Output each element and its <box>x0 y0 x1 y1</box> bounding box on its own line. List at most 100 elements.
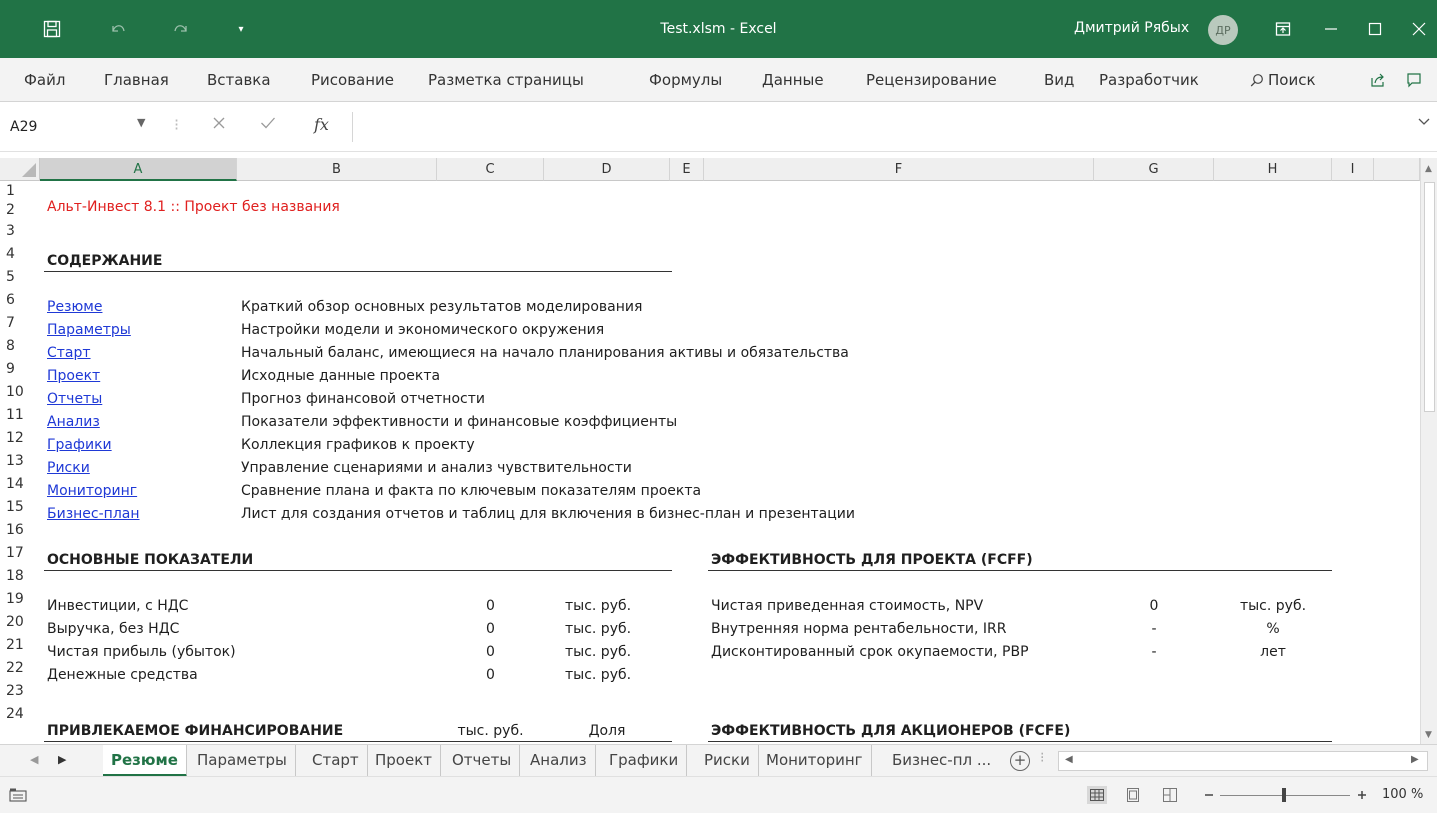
link-start[interactable]: Старт <box>47 344 91 363</box>
cancel-formula-icon[interactable] <box>212 115 226 134</box>
maximize-icon[interactable] <box>1360 14 1390 44</box>
row-header[interactable]: 14 <box>0 475 40 494</box>
insert-function-icon[interactable]: fx <box>314 115 329 134</box>
scroll-right-icon[interactable]: ▶ <box>1411 754 1419 765</box>
indicator-unit[interactable]: тыс. руб. <box>565 666 631 685</box>
financing-col-share[interactable]: Доля <box>544 722 670 741</box>
fcff-header[interactable]: ЭФФЕКТИВНОСТЬ ДЛЯ ПРОЕКТА (FCFF) <box>711 551 1033 570</box>
link-reports[interactable]: Отчеты <box>47 390 102 409</box>
tell-me-search[interactable]: Поиск <box>1250 71 1316 91</box>
select-all-corner[interactable] <box>0 158 40 181</box>
financing-col-amount[interactable]: тыс. руб. <box>437 722 544 741</box>
fcfe-header[interactable]: ЭФФЕКТИВНОСТЬ ДЛЯ АКЦИОНЕРОВ (FCFE) <box>711 722 1070 741</box>
column-header-a[interactable]: A <box>40 158 237 181</box>
sheet-tab-start[interactable]: Старт <box>304 745 368 777</box>
contents-desc[interactable]: Управление сценариями и анализ чувствите… <box>241 459 632 478</box>
row-header[interactable]: 12 <box>0 429 40 448</box>
sheet-tab-analysis[interactable]: Анализ <box>522 745 596 777</box>
tab-data[interactable]: Данные <box>762 71 824 89</box>
user-name[interactable]: Дмитрий Рябых <box>1074 20 1189 36</box>
link-analysis[interactable]: Анализ <box>47 413 100 432</box>
contents-desc[interactable]: Прогноз финансовой отчетности <box>241 390 485 409</box>
vertical-scroll-thumb[interactable] <box>1424 182 1435 412</box>
row-header[interactable]: 7 <box>0 314 40 333</box>
page-break-view-icon[interactable] <box>1160 786 1180 804</box>
contents-header[interactable]: СОДЕРЖАНИЕ <box>47 252 162 271</box>
column-header-b[interactable]: B <box>237 158 437 181</box>
contents-desc[interactable]: Сравнение плана и факта по ключевым пока… <box>241 482 701 501</box>
expand-formula-bar-icon[interactable] <box>1418 116 1430 130</box>
indicator-value[interactable]: 0 <box>437 597 544 616</box>
link-parameters[interactable]: Параметры <box>47 321 131 340</box>
indicator-value[interactable]: 0 <box>437 620 544 639</box>
fcff-label[interactable]: Внутренняя норма рентабельности, IRR <box>711 620 1006 639</box>
link-charts[interactable]: Графики <box>47 436 112 455</box>
worksheet-grid[interactable]: A B C D E F G H I 1 2 3 4 5 6 7 8 9 10 1… <box>0 158 1437 744</box>
fcff-unit[interactable]: % <box>1214 620 1332 639</box>
column-header-i[interactable]: I <box>1332 158 1374 181</box>
fcff-value[interactable]: - <box>1094 643 1214 662</box>
vertical-scrollbar[interactable]: ▲ ▼ <box>1420 158 1437 744</box>
undo-icon[interactable] <box>103 14 133 44</box>
row-header[interactable]: 20 <box>0 613 40 632</box>
name-box-dropdown-icon[interactable]: ▼ <box>137 116 145 129</box>
row-header[interactable]: 13 <box>0 452 40 471</box>
row-header[interactable]: 11 <box>0 406 40 425</box>
scroll-down-icon[interactable]: ▼ <box>1425 730 1432 740</box>
tab-formulas[interactable]: Формулы <box>649 71 722 89</box>
row-header[interactable]: 21 <box>0 636 40 655</box>
financing-header[interactable]: ПРИВЛЕКАЕМОЕ ФИНАНСИРОВАНИЕ <box>47 722 343 741</box>
row-header[interactable]: 16 <box>0 521 40 540</box>
row-header[interactable]: 17 <box>0 544 40 563</box>
indicator-value[interactable]: 0 <box>437 666 544 685</box>
column-header-h[interactable]: H <box>1214 158 1332 181</box>
row-header[interactable]: 15 <box>0 498 40 517</box>
zoom-slider-thumb[interactable] <box>1282 788 1286 802</box>
ribbon-display-options-icon[interactable] <box>1268 14 1298 44</box>
link-project[interactable]: Проект <box>47 367 100 386</box>
normal-view-icon[interactable] <box>1087 786 1107 804</box>
tab-file[interactable]: Файл <box>24 71 65 89</box>
fcff-value[interactable]: - <box>1094 620 1214 639</box>
row-header[interactable]: 23 <box>0 682 40 701</box>
close-icon[interactable] <box>1404 14 1434 44</box>
indicator-label[interactable]: Денежные средства <box>47 666 198 685</box>
row-header[interactable]: 10 <box>0 383 40 402</box>
enter-formula-icon[interactable] <box>260 115 276 134</box>
tab-developer[interactable]: Разработчик <box>1099 71 1199 89</box>
indicator-value[interactable]: 0 <box>437 643 544 662</box>
quick-access-dropdown-icon[interactable]: ▾ <box>226 14 256 44</box>
sheet-tab-monitoring[interactable]: Мониторинг <box>758 745 872 777</box>
tab-page-layout[interactable]: Разметка страницы <box>428 71 584 89</box>
column-header-f[interactable]: F <box>704 158 1094 181</box>
column-header-d[interactable]: D <box>544 158 670 181</box>
scroll-up-icon[interactable]: ▲ <box>1425 164 1432 174</box>
row-header[interactable]: 6 <box>0 291 40 310</box>
tab-splitter-icon[interactable]: ⁝ <box>1040 750 1044 766</box>
row-header[interactable]: 4 <box>0 245 40 264</box>
row-header[interactable]: 1 <box>0 182 40 201</box>
tab-home[interactable]: Главная <box>104 71 169 89</box>
contents-desc[interactable]: Показатели эффективности и финансовые ко… <box>241 413 677 432</box>
macro-recording-icon[interactable] <box>8 786 28 804</box>
next-sheet-icon[interactable]: ▶ <box>58 753 66 766</box>
contents-desc[interactable]: Коллекция графиков к проекту <box>241 436 475 455</box>
fcff-label[interactable]: Чистая приведенная стоимость, NPV <box>711 597 983 616</box>
contents-desc[interactable]: Лист для создания отчетов и таблиц для в… <box>241 505 855 524</box>
scroll-left-icon[interactable]: ◀ <box>1065 754 1073 765</box>
row-header[interactable]: 18 <box>0 567 40 586</box>
contents-desc[interactable]: Настройки модели и экономического окруже… <box>241 321 604 340</box>
link-monitoring[interactable]: Мониторинг <box>47 482 137 501</box>
indicator-unit[interactable]: тыс. руб. <box>565 597 631 616</box>
workbook-title[interactable]: Альт-Инвест 8.1 :: Проект без названия <box>47 198 340 217</box>
column-header-c[interactable]: C <box>437 158 544 181</box>
row-header[interactable]: 2 <box>0 201 40 220</box>
page-layout-view-icon[interactable] <box>1123 786 1143 804</box>
zoom-in-icon[interactable] <box>1352 786 1372 804</box>
contents-desc[interactable]: Краткий обзор основных результатов модел… <box>241 298 642 317</box>
avatar[interactable]: ДР <box>1208 15 1238 45</box>
row-header[interactable]: 24 <box>0 705 40 724</box>
sheet-tab-charts[interactable]: Графики <box>601 745 688 777</box>
add-sheet-icon[interactable]: + <box>1010 751 1030 771</box>
column-header-g[interactable]: G <box>1094 158 1214 181</box>
